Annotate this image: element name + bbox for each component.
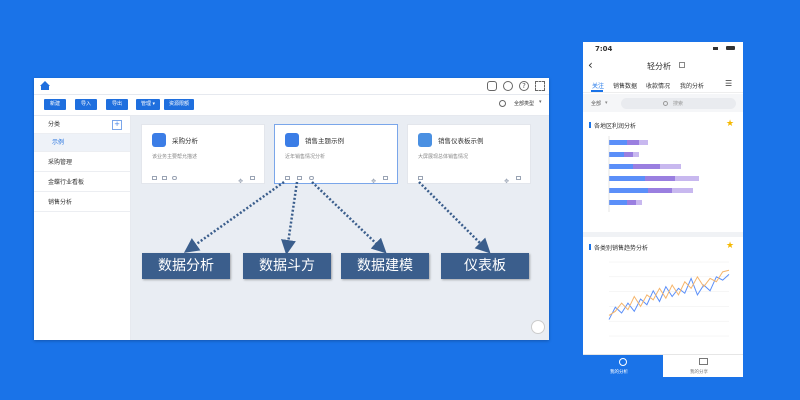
search-input[interactable]: 搜索 [621,98,736,109]
arrow-dashboard [418,181,491,254]
bar-2-1 [633,164,660,169]
bar-4-2 [672,188,693,193]
status-time: 7:04 [595,45,613,53]
divider [583,232,743,237]
star-icon[interactable]: ★ [726,241,734,251]
bottom-tab-label: 我的分析 [610,370,628,375]
bar-5-0 [609,200,627,205]
chevron-down-icon: ▾ [605,100,608,106]
bar-5-1 [627,200,636,205]
bar-0-1 [627,140,639,145]
bar-1-0 [609,152,624,157]
share-icon [699,358,708,365]
bar-0-2 [639,140,648,145]
card-title: 各地区利润分析 [594,123,637,130]
bottom-tab-my-share[interactable]: 我的分享 [663,355,743,377]
bar-4-0 [609,188,648,193]
arrow-data-modeling [311,181,387,254]
tab-follow[interactable]: 关注 [592,81,604,90]
label-dashboard: 仪表板 [441,253,529,279]
bar-3-1 [645,176,675,181]
bar-2-0 [609,164,633,169]
filter-all[interactable]: 全部 [591,100,601,107]
bottom-tabs: 我的分析 我的分享 [583,354,743,377]
status-icons [713,46,735,51]
bar-5-2 [636,200,642,205]
filter-row: 全部 ▾ 搜索 [583,94,743,112]
bar-4-1 [648,188,672,193]
help-icon[interactable] [679,62,685,68]
title-marker [589,244,591,250]
search-icon [663,101,668,106]
bottom-tab-my-analysis[interactable]: 我的分析 [583,355,663,377]
bar-2-2 [660,164,681,169]
card-title: 各类别销售趋势分析 [594,245,649,252]
arrow-data-cube [281,181,299,255]
tab-indicator [591,90,603,92]
arrow-data-analysis [183,180,285,253]
bar-chart [608,136,699,212]
search-placeholder: 搜索 [673,101,684,107]
line-chart [608,261,730,337]
analysis-icon [619,358,627,366]
phone-title: 轻分析 [647,62,671,71]
tab-collection[interactable]: 收款情况 [646,81,670,90]
menu-icon[interactable]: ☰ [725,79,732,88]
label-data-cube: 数据斗方 [243,253,331,279]
bar-1-2 [633,152,639,157]
title-marker [589,122,591,128]
series-line-0 [608,273,730,320]
tab-sales-data[interactable]: 销售数据 [613,81,637,90]
card-category-trend[interactable]: 各类别销售趋势分析 ★ [583,238,743,356]
label-data-modeling: 数据建模 [341,253,429,279]
tab-my-analysis[interactable]: 我的分析 [680,81,704,90]
card-region-profit[interactable]: 各地区利润分析 ★ [583,116,743,231]
back-icon[interactable]: ‹ [588,58,593,72]
bottom-tab-label: 我的分享 [690,370,708,375]
phone-screen: 7:04 ‹ 轻分析 关注 销售数据 收款情况 我的分析 ☰ 全部 ▾ 搜索 各… [583,42,743,377]
label-data-analysis: 数据分析 [142,253,230,279]
bar-1-1 [624,152,633,157]
phone-tabs: 关注 销售数据 收款情况 我的分析 ☰ [583,78,743,93]
bar-3-0 [609,176,645,181]
bar-0-0 [609,140,627,145]
star-icon[interactable]: ★ [726,119,734,129]
bar-3-2 [675,176,699,181]
